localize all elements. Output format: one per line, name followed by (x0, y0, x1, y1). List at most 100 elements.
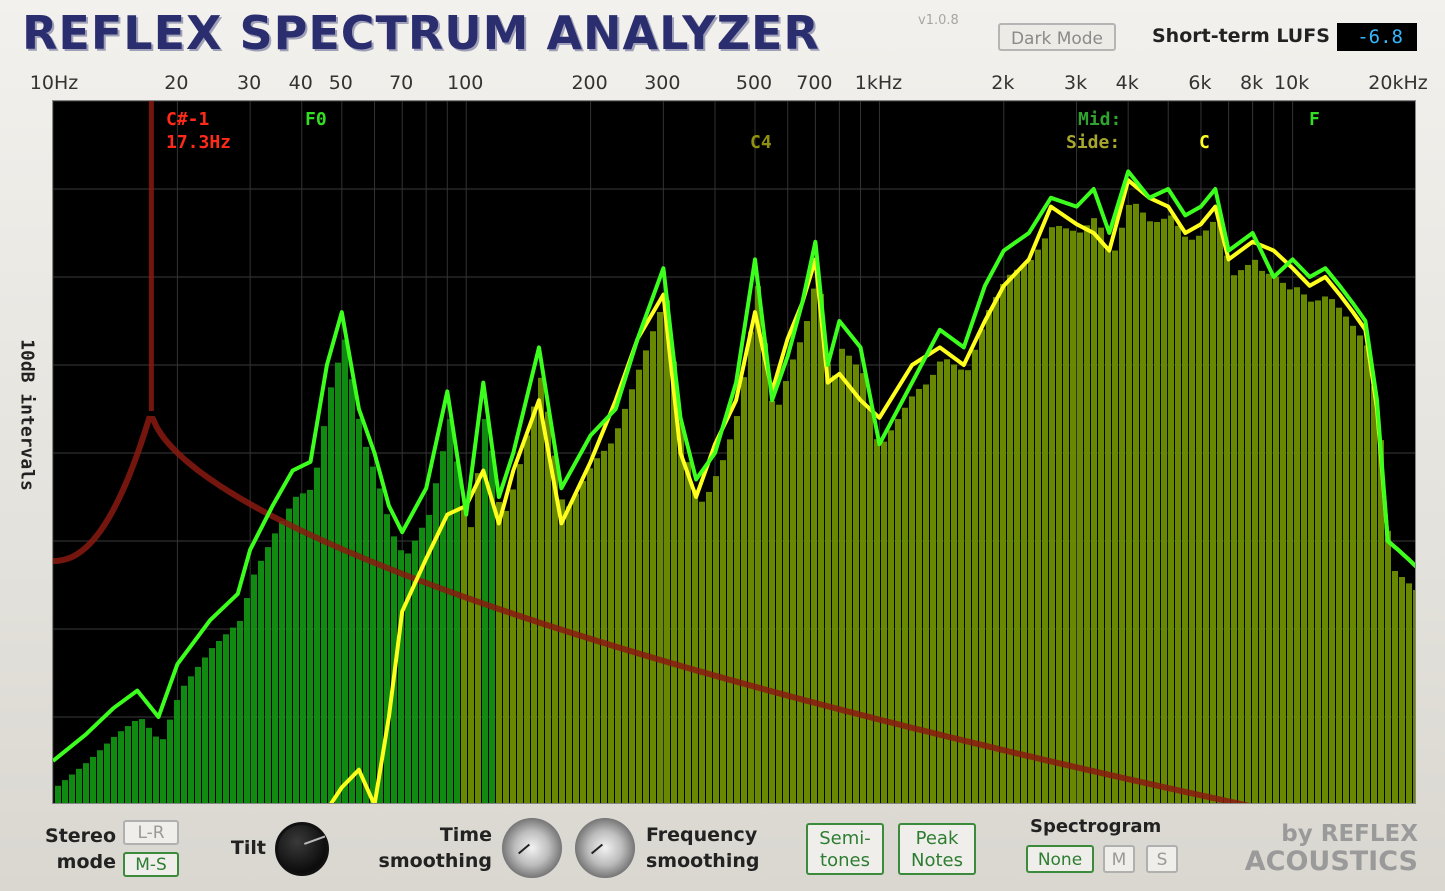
spectrum-bar (160, 739, 166, 803)
frequency-smoothing-knob[interactable] (575, 818, 635, 878)
spectrum-bar (601, 450, 607, 803)
spectrum-bar (1182, 236, 1188, 803)
spectrum-bar (818, 294, 824, 803)
lufs-value-display: -6.8 (1337, 23, 1417, 51)
spectrum-bar (174, 700, 180, 803)
spectrum-bar (55, 785, 61, 803)
spectrum-bar (1371, 385, 1377, 803)
spectrum-bar (1315, 300, 1321, 803)
spectrum-bar (1105, 247, 1111, 803)
dark-mode-button[interactable]: Dark Mode (998, 23, 1116, 51)
spectrum-bar (272, 533, 278, 803)
spectrum-bar (1231, 275, 1237, 803)
spectrum-bar (1077, 232, 1083, 803)
spectrogram-s-button[interactable]: S (1146, 845, 1178, 873)
spectrum-bar (230, 627, 236, 803)
spectrum-bar (111, 736, 117, 803)
spectrum-bar (643, 350, 649, 803)
spectrum-bar (356, 418, 362, 803)
spectrum-bar (1203, 230, 1209, 803)
spectrum-bar (125, 726, 131, 803)
spectrum-bar (1119, 227, 1125, 803)
spectrum-bar (972, 349, 978, 803)
frequency-smoothing-label-text: Frequency smoothing (646, 824, 760, 872)
brand-line1: by REFLEX (1281, 821, 1418, 847)
stereo-lr-button[interactable]: L-R (123, 820, 179, 845)
y-axis-label: 10dB intervals (12, 330, 42, 500)
spectrum-bar (853, 364, 859, 803)
side-label: Side: (1066, 132, 1121, 153)
spectrogram-none-button[interactable]: None (1026, 845, 1094, 873)
spectrum-bar (594, 458, 600, 803)
spectrum-bar (1000, 284, 1006, 803)
spectrum-bar (636, 369, 642, 803)
spectrum-bar (846, 355, 852, 803)
spectrum-bar (251, 574, 257, 803)
spectrum-bar (503, 510, 509, 803)
tilt-knob[interactable] (275, 822, 329, 876)
spectrum-bar (538, 377, 544, 803)
spectrum-bar (1028, 260, 1034, 803)
spectrum-bar (776, 404, 782, 803)
spectrum-bar (727, 439, 733, 803)
spectrum-bar (258, 560, 264, 803)
spectrum-bar (755, 285, 761, 803)
time-smoothing-knob[interactable] (502, 818, 562, 878)
spectrum-bar (923, 384, 929, 803)
spectrum-bar (286, 508, 292, 803)
brand-line2: ACOUSTICS (1244, 846, 1418, 877)
spectrum-bar (979, 329, 985, 803)
spectrum-bar (685, 462, 691, 803)
spectrum-bar (223, 634, 229, 803)
freq-tick-label: 3k (1064, 72, 1088, 94)
spectrum-bar (461, 507, 467, 803)
spectrum-bar (713, 476, 719, 803)
spectrum-bar (804, 321, 810, 803)
spectrum-bar (384, 514, 390, 803)
spectrum-bar (90, 756, 96, 803)
spectrogram-m-button[interactable]: M (1103, 845, 1135, 873)
stereo-ms-button[interactable]: M-S (123, 852, 179, 877)
spectrum-bar (580, 480, 586, 803)
spectrum-bar (888, 430, 894, 803)
spectrum-bar (496, 501, 502, 803)
spectrum-bar (1392, 570, 1398, 803)
spectrogram-label: Spectrogram (1030, 816, 1162, 837)
spectrum-bar (468, 527, 474, 803)
semitones-button[interactable]: Semi- tones (806, 823, 884, 875)
spectrum-bar (916, 388, 922, 803)
spectrum-bar (1385, 530, 1391, 803)
spectrum-bar (1301, 294, 1307, 803)
freq-tick-label: 300 (644, 72, 681, 94)
spectrum-plot[interactable]: C#-1 17.3Hz F0 C4 Mid: Side: F C (52, 100, 1416, 804)
spectrum-bar (146, 727, 152, 803)
frequency-smoothing-knob-indicator (590, 843, 604, 855)
freq-tick-label: 1kHz (854, 72, 903, 94)
freq-tick-label: 200 (571, 72, 608, 94)
spectrum-bar (97, 750, 103, 803)
spectrum-bar (69, 774, 75, 803)
peak-notes-button[interactable]: Peak Notes (898, 823, 976, 875)
spectrum-bar (314, 467, 320, 803)
spectrum-bar (1252, 259, 1258, 803)
spectrum-bar (1406, 583, 1412, 803)
freq-tick-label: 6k (1188, 72, 1212, 94)
spectrum-bar (741, 377, 747, 803)
brand-logo: by REFLEX ACOUSTICS (1234, 820, 1418, 876)
spectrum-bar (699, 501, 705, 803)
spectrum-bar (1364, 345, 1370, 803)
spectrum-bar (1035, 249, 1041, 803)
spectrum-bar (195, 666, 201, 803)
spectrum-bar (216, 640, 222, 803)
freq-tick-label: 4k (1115, 72, 1139, 94)
cursor-note-label: C#-1 (166, 109, 210, 130)
spectrum-bar (1259, 270, 1265, 803)
freq-tick-label: 70 (389, 72, 414, 94)
spectrum-bar (363, 446, 369, 803)
spectrum-bar (335, 362, 341, 803)
spectrum-bar (986, 310, 992, 803)
spectrum-bar (398, 550, 404, 803)
spectrum-bar (657, 312, 663, 803)
spectrum-bar (1238, 270, 1244, 803)
spectrum-bar (167, 719, 173, 803)
